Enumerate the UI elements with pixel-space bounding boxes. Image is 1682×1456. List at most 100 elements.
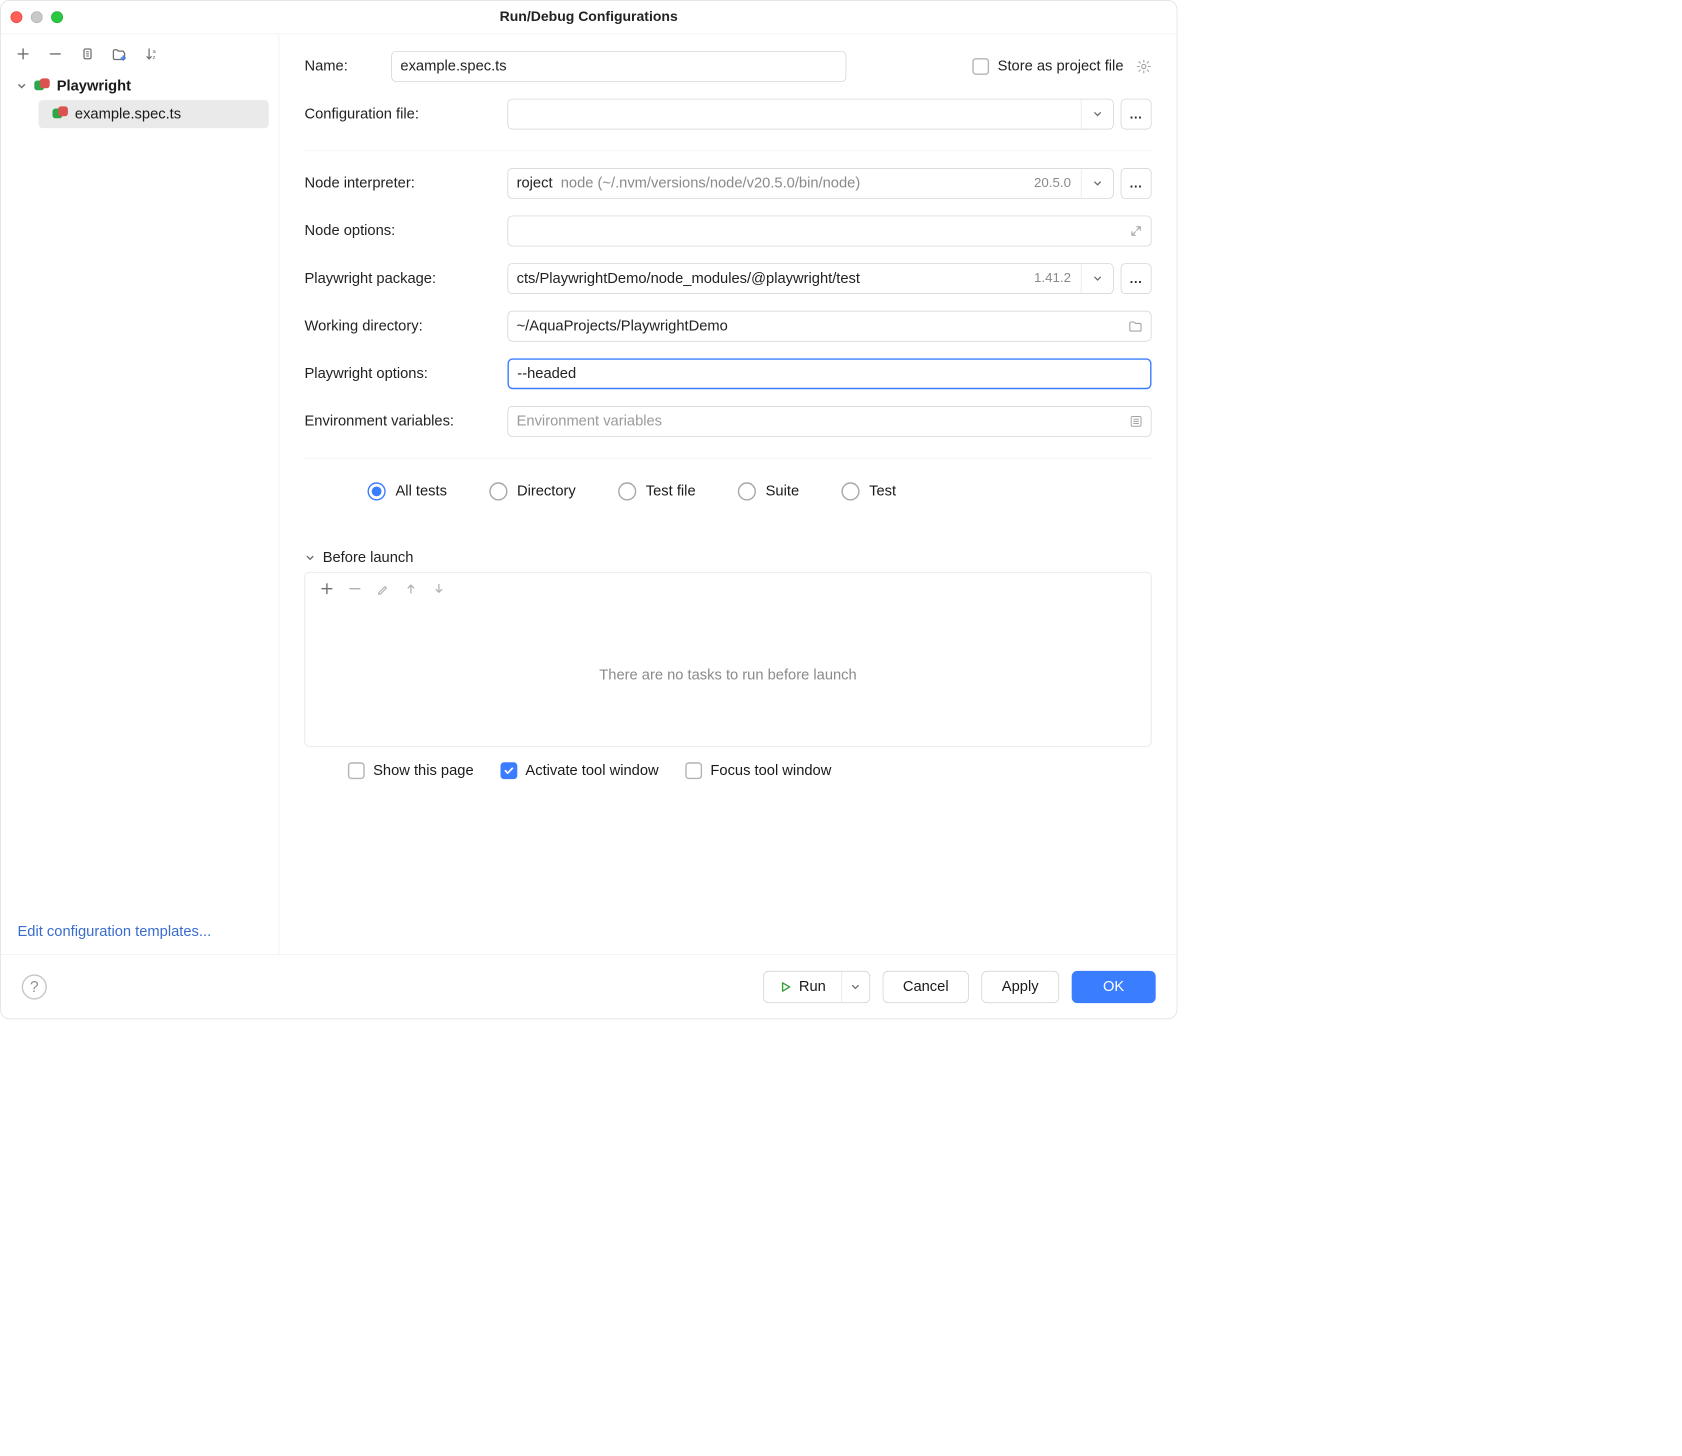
gear-icon[interactable]	[1136, 59, 1151, 74]
playwright-options-input[interactable]: --headed	[508, 358, 1152, 389]
tree-group-playwright[interactable]: Playwright	[11, 72, 269, 100]
scope-radio-group: All tests Directory Test file Suite Test	[305, 482, 1152, 500]
store-as-project-file[interactable]: Store as project file	[972, 58, 1151, 75]
chevron-down-icon	[305, 552, 316, 563]
playwright-options-label: Playwright options:	[305, 365, 508, 382]
activate-tool-window-checkbox[interactable]: Activate tool window	[500, 762, 658, 779]
node-interpreter-combo[interactable]: roject node (~/.nvm/versions/node/v20.5.…	[508, 168, 1114, 199]
play-icon	[779, 980, 792, 993]
playwright-icon	[34, 78, 49, 93]
expand-icon[interactable]	[1130, 225, 1143, 238]
playwright-package-browse-button[interactable]: ...	[1121, 263, 1152, 294]
svg-text:z: z	[153, 55, 156, 61]
node-interpreter-browse-button[interactable]: ...	[1121, 168, 1152, 199]
tree-group-label: Playwright	[57, 78, 131, 95]
sort-alpha-icon[interactable]: az	[144, 46, 161, 63]
checkbox-icon	[348, 762, 365, 779]
copy-config-icon[interactable]	[79, 46, 96, 63]
checkbox-icon	[685, 762, 702, 779]
config-file-label: Configuration file:	[305, 106, 508, 123]
add-task-icon[interactable]	[321, 582, 334, 595]
node-options-row: Node options:	[305, 216, 1152, 247]
dialog-footer: ? Run Cancel Apply OK	[1, 954, 1177, 1018]
chevron-down-icon[interactable]	[1081, 169, 1113, 198]
run-debug-config-window: Run/Debug Configurations az	[0, 0, 1177, 1019]
run-split-button[interactable]: Run	[763, 971, 870, 1003]
playwright-options-row: Playwright options: --headed	[305, 358, 1152, 389]
radio-icon	[841, 482, 859, 500]
add-config-icon[interactable]	[15, 46, 32, 63]
before-launch-toolbar	[305, 573, 1151, 605]
working-dir-label: Working directory:	[305, 318, 508, 335]
divider	[305, 458, 1152, 459]
chevron-down-icon	[16, 81, 27, 92]
sidebar: az Playwright example.spec.ts Edit confi…	[1, 34, 280, 954]
before-launch-list: There are no tasks to run before launch	[305, 572, 1152, 747]
tree-item-label: example.spec.ts	[75, 106, 181, 123]
config-file-row: Configuration file: ...	[305, 99, 1152, 130]
before-launch-section: Before launch There are no tasks to run …	[305, 550, 1152, 780]
store-checkbox[interactable]	[972, 58, 989, 75]
divider	[305, 151, 1152, 152]
node-interpreter-row: Node interpreter: roject node (~/.nvm/ve…	[305, 168, 1152, 199]
remove-config-icon[interactable]	[47, 46, 64, 63]
cancel-button[interactable]: Cancel	[883, 971, 969, 1003]
name-label: Name:	[305, 58, 375, 75]
edit-task-icon	[377, 582, 390, 595]
working-dir-input[interactable]: ~/AquaProjects/PlaywrightDemo	[508, 311, 1152, 342]
scope-option-all-tests[interactable]: All tests	[368, 482, 447, 500]
folder-icon[interactable]	[1128, 320, 1142, 333]
store-label: Store as project file	[998, 58, 1124, 75]
scope-option-test-file[interactable]: Test file	[618, 482, 696, 500]
dialog-body: az Playwright example.spec.ts Edit confi…	[1, 34, 1177, 954]
show-this-page-checkbox[interactable]: Show this page	[348, 762, 474, 779]
focus-tool-window-checkbox[interactable]: Focus tool window	[685, 762, 831, 779]
before-launch-empty-text: There are no tasks to run before launch	[305, 605, 1151, 746]
scope-option-directory[interactable]: Directory	[489, 482, 576, 500]
sidebar-toolbar: az	[1, 39, 279, 70]
node-interpreter-label: Node interpreter:	[305, 175, 508, 192]
radio-selected-icon	[368, 482, 386, 500]
config-file-browse-button[interactable]: ...	[1121, 99, 1152, 130]
remove-task-icon	[349, 582, 362, 595]
node-version-badge: 20.5.0	[1024, 176, 1081, 191]
scope-option-test[interactable]: Test	[841, 482, 896, 500]
name-row: Name: example.spec.ts Store as project f…	[305, 51, 1152, 82]
main-panel: Name: example.spec.ts Store as project f…	[279, 34, 1176, 954]
envvars-label: Environment variables:	[305, 413, 508, 430]
node-options-label: Node options:	[305, 223, 508, 240]
chevron-down-icon[interactable]	[1081, 99, 1113, 128]
checkbox-checked-icon	[500, 762, 517, 779]
config-tree: Playwright example.spec.ts	[1, 69, 279, 131]
tree-item-example-spec[interactable]: example.spec.ts	[39, 100, 269, 128]
list-icon[interactable]	[1130, 415, 1143, 428]
scope-option-suite[interactable]: Suite	[738, 482, 800, 500]
playwright-package-label: Playwright package:	[305, 270, 508, 287]
radio-icon	[489, 482, 507, 500]
playwright-icon	[53, 106, 68, 121]
playwright-package-combo[interactable]: cts/PlaywrightDemo/node_modules/@playwri…	[508, 263, 1114, 294]
sidebar-footer: Edit configuration templates...	[1, 909, 279, 954]
playwright-package-row: Playwright package: cts/PlaywrightDemo/n…	[305, 263, 1152, 294]
ok-button[interactable]: OK	[1071, 971, 1155, 1003]
working-dir-row: Working directory: ~/AquaProjects/Playwr…	[305, 311, 1152, 342]
save-temp-config-icon[interactable]	[111, 46, 128, 63]
config-file-combo[interactable]	[508, 99, 1114, 130]
node-options-input[interactable]	[508, 216, 1152, 247]
name-input[interactable]: example.spec.ts	[391, 51, 846, 82]
edit-templates-link[interactable]: Edit configuration templates...	[18, 923, 212, 939]
titlebar: Run/Debug Configurations	[1, 1, 1177, 35]
help-icon[interactable]: ?	[22, 974, 47, 999]
radio-icon	[618, 482, 636, 500]
move-down-icon	[433, 582, 446, 595]
move-up-icon	[405, 582, 418, 595]
before-launch-header[interactable]: Before launch	[305, 550, 1152, 567]
launch-checks-row: Show this page Activate tool window Focu…	[305, 762, 1152, 779]
run-dropdown-icon[interactable]	[841, 971, 869, 1002]
window-title: Run/Debug Configurations	[1, 9, 1177, 25]
apply-button[interactable]: Apply	[981, 971, 1058, 1003]
envvars-input[interactable]: Environment variables	[508, 406, 1152, 437]
playwright-version-badge: 1.41.2	[1024, 271, 1081, 286]
envvars-row: Environment variables: Environment varia…	[305, 406, 1152, 437]
chevron-down-icon[interactable]	[1081, 264, 1113, 293]
